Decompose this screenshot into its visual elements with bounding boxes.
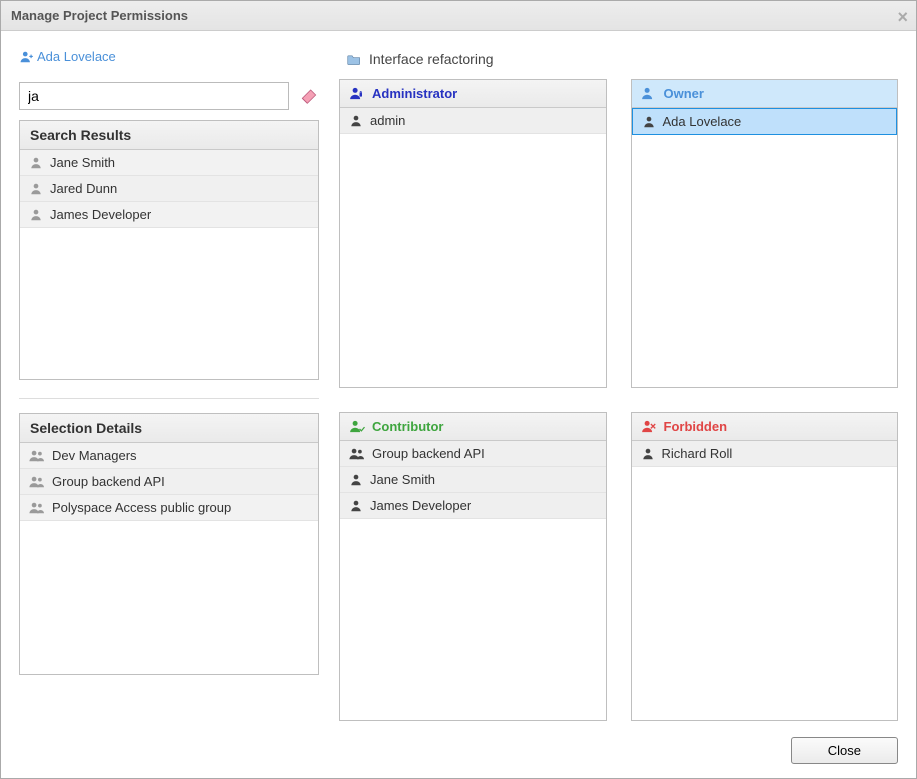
- role-body-forbidden: Richard Roll: [632, 441, 898, 720]
- group-icon: [28, 449, 46, 463]
- role-label-forbidden: Forbidden: [664, 419, 728, 434]
- role-header-forbidden: Forbidden: [632, 413, 898, 441]
- search-result-item[interactable]: Jane Smith: [20, 150, 318, 176]
- search-result-label: James Developer: [50, 207, 151, 222]
- user-icon: [28, 156, 44, 170]
- user-icon: [28, 182, 44, 196]
- user-icon: [28, 208, 44, 222]
- contributor-icon: [348, 419, 366, 434]
- project-header: Interface refactoring: [339, 49, 898, 79]
- dialog-titlebar: Manage Project Permissions ×: [1, 1, 916, 31]
- role-member-label: Group backend API: [372, 446, 485, 461]
- role-member-label: Jane Smith: [370, 472, 435, 487]
- role-member-item[interactable]: Group backend API: [340, 441, 606, 467]
- selection-item[interactable]: Polyspace Access public group: [20, 495, 318, 521]
- search-results-body: Jane Smith Jared Dunn James Developer: [20, 150, 318, 379]
- search-result-label: Jared Dunn: [50, 181, 117, 196]
- permissions-dialog: Manage Project Permissions × Ada Lovelac…: [0, 0, 917, 779]
- admin-icon: [348, 86, 366, 101]
- group-icon: [28, 475, 46, 489]
- role-member-item[interactable]: James Developer: [340, 493, 606, 519]
- role-header-administrator: Administrator: [340, 80, 606, 108]
- forbidden-icon: [640, 419, 658, 434]
- close-button[interactable]: Close: [791, 737, 898, 764]
- selection-item-label: Polyspace Access public group: [52, 500, 231, 515]
- search-result-item[interactable]: Jared Dunn: [20, 176, 318, 202]
- dialog-footer: Close: [1, 727, 916, 778]
- user-icon: [348, 114, 364, 128]
- role-member-label: Ada Lovelace: [663, 114, 742, 129]
- role-panel-owner[interactable]: Owner Ada Lovelace: [631, 79, 899, 388]
- role-body-contributor: Group backend API Jane Smith James Develop…: [340, 441, 606, 720]
- user-icon: [348, 499, 364, 513]
- role-member-label: admin: [370, 113, 405, 128]
- role-label-owner: Owner: [664, 86, 704, 101]
- selection-item[interactable]: Group backend API: [20, 469, 318, 495]
- role-member-item[interactable]: Richard Roll: [632, 441, 898, 467]
- dialog-body: Ada Lovelace Search Results Jane SmithJa…: [1, 31, 916, 727]
- search-results-panel: Search Results Jane Smith Jared Dunn James…: [19, 120, 319, 380]
- role-member-item[interactable]: Ada Lovelace: [632, 108, 898, 135]
- project-name: Interface refactoring: [369, 51, 494, 67]
- selection-item-label: Dev Managers: [52, 448, 137, 463]
- user-icon: [641, 115, 657, 129]
- right-column: Interface refactoring Administrator admi…: [339, 49, 898, 721]
- eraser-icon[interactable]: [299, 86, 319, 107]
- role-member-item[interactable]: admin: [340, 108, 606, 134]
- role-body-administrator: admin: [340, 108, 606, 387]
- selection-details-panel: Selection Details Dev Managers Group back…: [19, 413, 319, 675]
- role-label-administrator: Administrator: [372, 86, 457, 101]
- role-label-contributor: Contributor: [372, 419, 443, 434]
- search-row: [19, 82, 319, 110]
- folder-icon: [345, 52, 363, 67]
- roles-grid: Administrator admin Owner Ada Lovelace C…: [339, 79, 898, 721]
- user-icon: [348, 473, 364, 487]
- role-panel-contributor[interactable]: Contributor Group backend API Jane Smith J…: [339, 412, 607, 721]
- dialog-title: Manage Project Permissions: [11, 8, 188, 23]
- left-column: Ada Lovelace Search Results Jane SmithJa…: [19, 49, 319, 721]
- role-panel-forbidden[interactable]: Forbidden Richard Roll: [631, 412, 899, 721]
- user-icon: [640, 447, 656, 461]
- role-header-owner: Owner: [632, 80, 898, 108]
- selection-details-body: Dev Managers Group backend API Polyspace A…: [20, 443, 318, 674]
- user-plus-icon: [19, 50, 35, 64]
- selection-item-label: Group backend API: [52, 474, 165, 489]
- current-user-name: Ada Lovelace: [37, 49, 116, 64]
- group-icon: [28, 501, 46, 515]
- close-icon[interactable]: ×: [897, 7, 908, 28]
- selection-item[interactable]: Dev Managers: [20, 443, 318, 469]
- search-input[interactable]: [19, 82, 289, 110]
- search-results-header: Search Results: [20, 121, 318, 150]
- divider: [19, 398, 319, 399]
- role-member-label: James Developer: [370, 498, 471, 513]
- role-member-item[interactable]: Jane Smith: [340, 467, 606, 493]
- current-user[interactable]: Ada Lovelace: [19, 49, 319, 64]
- selection-details-header: Selection Details: [20, 414, 318, 443]
- role-header-contributor: Contributor: [340, 413, 606, 441]
- role-body-owner: Ada Lovelace: [632, 108, 898, 387]
- search-result-item[interactable]: James Developer: [20, 202, 318, 228]
- group-icon: [348, 447, 366, 461]
- owner-icon: [640, 86, 658, 101]
- role-panel-administrator[interactable]: Administrator admin: [339, 79, 607, 388]
- role-member-label: Richard Roll: [662, 446, 733, 461]
- search-result-label: Jane Smith: [50, 155, 115, 170]
